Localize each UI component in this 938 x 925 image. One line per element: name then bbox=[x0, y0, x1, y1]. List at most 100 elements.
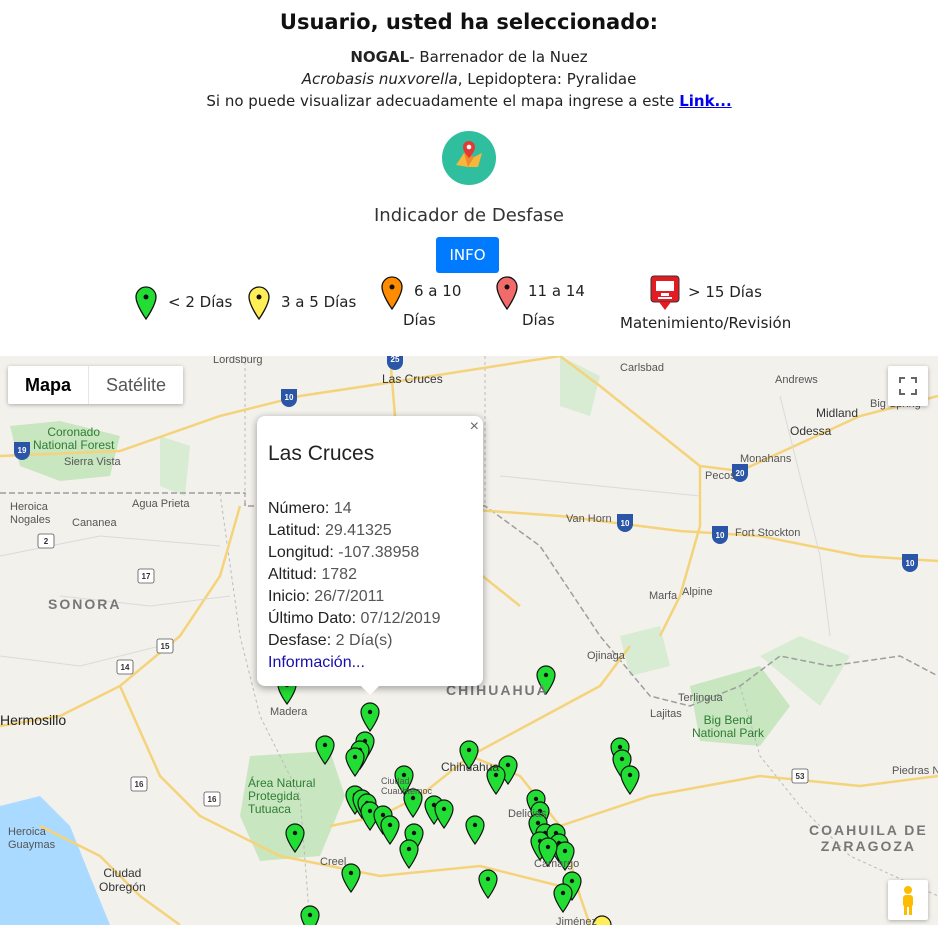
map-label-agua-prieta: Agua Prieta bbox=[132, 498, 190, 510]
station-info-window: × Las Cruces Número: 14 Latitud: 29.4132… bbox=[257, 416, 483, 695]
info-button[interactable]: INFO bbox=[436, 237, 499, 273]
map-label-van-horn: Van Horn bbox=[566, 513, 612, 525]
station-marker-icon[interactable] bbox=[553, 883, 573, 914]
legend-label-maintenance-top: > 15 Días bbox=[688, 283, 762, 301]
map-label-carlsbad: Carlsbad bbox=[620, 362, 665, 374]
station-marker-dot bbox=[367, 808, 373, 814]
map-label-piedras: Piedras N bbox=[892, 765, 938, 777]
legend-label-maintenance-bottom: Matenimiento/Revisión bbox=[620, 314, 792, 332]
legend-label-red-bottom: Días bbox=[522, 311, 555, 329]
legend-label-red-top: 11 a 14 bbox=[528, 282, 585, 300]
station-marker-dot bbox=[307, 912, 313, 918]
scientific-name: Acrobasis nuxvorella bbox=[301, 70, 458, 88]
green-pin-icon bbox=[135, 286, 157, 324]
station-marker-icon[interactable] bbox=[345, 747, 365, 778]
map-label-marfa: Marfa bbox=[649, 590, 678, 602]
station-marker-dot bbox=[367, 709, 373, 715]
map-label-ciudad-obregon: Ciudad Obregón bbox=[99, 866, 146, 894]
svg-text:10: 10 bbox=[285, 393, 294, 402]
taxonomy: , Lepidoptera: Pyralidae bbox=[457, 70, 637, 88]
maintenance-monitor-icon bbox=[650, 275, 680, 315]
station-marker-icon[interactable] bbox=[478, 869, 498, 900]
crop-name: NOGAL bbox=[350, 48, 410, 66]
popup-title: Las Cruces bbox=[268, 442, 375, 465]
map-label-area-natural: Área Natural Protegida Tutuaca bbox=[248, 776, 316, 816]
popup-more-info-link[interactable]: Información... bbox=[268, 652, 441, 674]
svg-text:10: 10 bbox=[906, 559, 915, 568]
red-pin-icon bbox=[496, 276, 518, 314]
street-view-button[interactable] bbox=[888, 880, 928, 920]
station-marker-icon[interactable] bbox=[399, 839, 419, 870]
legend-label-orange-top: 6 a 10 bbox=[414, 282, 462, 300]
map-label-coahuila: COAHUILA DE ZARAGOZA bbox=[809, 822, 928, 854]
map-label-heroica-guaymas: Heroica Guaymas bbox=[8, 826, 56, 851]
map-label-lajitas: Lajitas bbox=[650, 708, 682, 720]
station-marker-dot bbox=[410, 795, 416, 801]
svg-text:2: 2 bbox=[44, 537, 49, 546]
svg-text:10: 10 bbox=[716, 531, 725, 540]
station-marker-dot bbox=[406, 846, 412, 852]
station-marker-dot bbox=[627, 772, 633, 778]
notice-text: Si no puede visualizar adecuadamente el … bbox=[206, 92, 675, 110]
station-marker-dot bbox=[533, 796, 539, 802]
map-canvas[interactable]: 25 10 20 10 10 10 19 2 17 15 14 16 16 53… bbox=[0, 356, 938, 925]
popup-field-ultimo-dato: Último Dato: 07/12/2019 bbox=[268, 610, 441, 627]
legend-label-yellow: 3 a 5 Días bbox=[281, 293, 357, 311]
map-type-satellite-button[interactable]: Satélite bbox=[88, 366, 183, 404]
popup-field-longitud: Longitud: -107.38958 bbox=[268, 544, 420, 561]
map-label-big-bend: Big Bend National Park bbox=[692, 713, 765, 740]
map-label-terlingua: Terlingua bbox=[678, 692, 723, 704]
station-marker-icon[interactable] bbox=[620, 765, 640, 796]
map-label-sierra-vista: Sierra Vista bbox=[64, 456, 121, 468]
map-label-midland: Midland bbox=[816, 406, 859, 420]
station-marker-dot bbox=[348, 870, 354, 876]
popup-fields: Número: 14 Latitud: 29.41325 Longitud: -… bbox=[268, 498, 441, 674]
map-label-alpine: Alpine bbox=[682, 586, 713, 598]
svg-text:14: 14 bbox=[121, 663, 130, 672]
map-label-sonora: SONORA bbox=[48, 596, 122, 612]
map-link[interactable]: Link... bbox=[679, 92, 731, 110]
pest-common-name: - Barrenador de la Nuez bbox=[409, 48, 588, 66]
map-label-creel: Creel bbox=[320, 856, 347, 868]
svg-text:15: 15 bbox=[161, 642, 170, 651]
svg-text:10: 10 bbox=[621, 519, 630, 528]
station-marker-dot bbox=[535, 820, 541, 826]
svg-text:17: 17 bbox=[142, 572, 151, 581]
page-title: Usuario, usted ha seleccionado: bbox=[279, 10, 659, 34]
legend-label-green: < 2 Días bbox=[168, 293, 233, 311]
close-icon[interactable]: × bbox=[470, 418, 479, 436]
station-marker-dot bbox=[441, 806, 447, 812]
fullscreen-button[interactable] bbox=[888, 366, 928, 406]
map-logo-icon bbox=[442, 131, 496, 185]
station-marker-icon[interactable] bbox=[360, 702, 380, 733]
map-label-madera: Madera bbox=[270, 706, 308, 718]
station-marker-dot bbox=[505, 762, 511, 768]
map-label-jimenez: Jiménez bbox=[556, 916, 597, 925]
station-marker-icon[interactable] bbox=[341, 863, 361, 894]
station-marker-dot bbox=[569, 878, 575, 884]
pegman-icon bbox=[903, 886, 913, 915]
map-label-monahans: Monahans bbox=[740, 453, 792, 465]
map-label-coronado: Coronado National Forest bbox=[33, 425, 115, 452]
popup-field-numero: Número: 14 bbox=[268, 500, 352, 517]
notice-line: Si no puede visualizar adecuadamente el … bbox=[0, 92, 938, 110]
map-label-las-cruces: Las Cruces bbox=[382, 372, 443, 386]
station-marker-dot bbox=[485, 876, 491, 882]
map-type-control: Mapa Satélite bbox=[8, 366, 184, 404]
map-label-ciudad-cuauhtemoc: Ciudad Cuauhtémoc bbox=[381, 776, 433, 796]
indicator-title: Indicador de Desfase bbox=[374, 205, 564, 226]
map-type-map-button[interactable]: Mapa bbox=[8, 366, 88, 404]
svg-text:19: 19 bbox=[18, 446, 27, 455]
map-label-cananea: Cananea bbox=[72, 517, 117, 529]
station-marker-icon[interactable] bbox=[380, 815, 400, 846]
map-label-chihuahua-city: Chihuahua bbox=[441, 760, 500, 774]
map-label-lordsburg: Lordsburg bbox=[213, 356, 263, 366]
station-marker-dot bbox=[545, 844, 551, 850]
map-label-hermosillo: Hermosillo bbox=[0, 712, 67, 728]
station-marker-icon[interactable] bbox=[465, 815, 485, 846]
station-marker-dot bbox=[380, 812, 386, 818]
crop-line: NOGAL- Barrenador de la Nuez bbox=[0, 48, 938, 66]
station-marker-icon[interactable] bbox=[434, 799, 454, 830]
scientific-line: Acrobasis nuxvorella, Lepidoptera: Pyral… bbox=[0, 70, 938, 88]
svg-text:16: 16 bbox=[208, 795, 217, 804]
